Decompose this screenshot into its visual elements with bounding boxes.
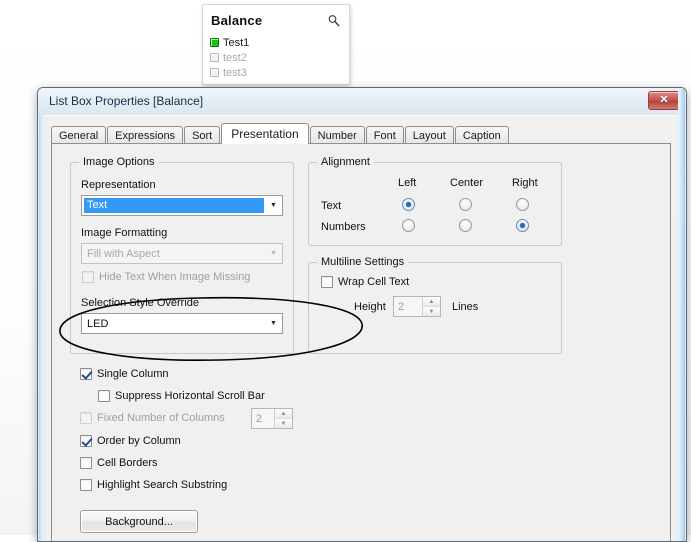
list-item-label: Test1 xyxy=(223,36,250,49)
chevron-down-icon[interactable]: ▼ xyxy=(265,202,282,209)
spinner-up-icon: ▲ xyxy=(275,409,292,419)
image-formatting-label: Image Formatting xyxy=(81,227,168,239)
balance-list-box-object[interactable]: Balance Test1 test2 test3 xyxy=(202,4,350,85)
representation-value: Text xyxy=(84,198,264,213)
tab-presentation[interactable]: Presentation xyxy=(221,123,309,144)
hide-text-when-image-missing-checkbox: Hide Text When Image Missing xyxy=(82,271,250,283)
checkbox-box[interactable] xyxy=(80,479,92,491)
checkbox-box[interactable] xyxy=(80,435,92,447)
image-options-group: Image Options Representation Text ▼ Imag… xyxy=(70,156,294,354)
magnifier-icon[interactable] xyxy=(327,14,341,28)
fixed-columns-value: 2 xyxy=(256,412,263,425)
fixed-number-of-columns-checkbox: Fixed Number of Columns xyxy=(80,412,225,424)
hide-text-label: Hide Text When Image Missing xyxy=(99,271,251,283)
single-column-checkbox[interactable]: Single Column xyxy=(80,368,169,380)
multiline-settings-group-label: Multiline Settings xyxy=(317,256,409,268)
dialog-title-bar[interactable]: List Box Properties [Balance] ✕ xyxy=(38,88,686,115)
cell-borders-checkbox[interactable]: Cell Borders xyxy=(80,457,158,469)
alignment-row-text-label: Text xyxy=(321,200,342,212)
numbers-align-left-radio[interactable] xyxy=(402,219,415,232)
image-formatting-combobox: Fill with Aspect ▼ xyxy=(81,243,283,264)
tab-number[interactable]: Number xyxy=(309,126,365,144)
spinner-buttons: ▲ ▼ xyxy=(274,409,292,428)
close-icon[interactable]: ✕ xyxy=(648,91,680,110)
tab-general[interactable]: General xyxy=(51,126,107,144)
tab-font[interactable]: Font xyxy=(365,126,404,144)
multiline-settings-group: Multiline Settings Wrap Cell Text Height… xyxy=(308,256,562,354)
tab-expressions[interactable]: Expressions xyxy=(107,126,184,144)
tab-layout[interactable]: Layout xyxy=(404,126,454,144)
alignment-group: Alignment Left Center Right Text Numbers xyxy=(308,156,562,246)
tab-caption[interactable]: Caption xyxy=(454,126,509,144)
dialog-title: List Box Properties [Balance] xyxy=(49,94,204,108)
height-spinner[interactable]: 2 ▲ ▼ xyxy=(393,296,441,317)
checkbox-box xyxy=(80,412,92,424)
spinner-down-icon: ▼ xyxy=(275,419,292,428)
list-item[interactable]: Test1 xyxy=(210,35,249,50)
suppress-horizontal-scroll-bar-label: Suppress Horizontal Scroll Bar xyxy=(115,390,265,402)
representation-label: Representation xyxy=(81,179,156,191)
order-by-column-label: Order by Column xyxy=(97,435,181,447)
fixed-columns-spinner: 2 ▲ ▼ xyxy=(251,408,293,429)
numbers-align-center-radio[interactable] xyxy=(459,219,472,232)
alignment-col-right: Right xyxy=(512,177,538,189)
text-align-left-radio[interactable] xyxy=(402,198,415,211)
selection-style-value: LED xyxy=(87,317,109,330)
text-align-center-radio[interactable] xyxy=(459,198,472,211)
spinner-buttons[interactable]: ▲ ▼ xyxy=(422,297,440,316)
highlight-search-substring-checkbox[interactable]: Highlight Search Substring xyxy=(80,479,227,491)
wrap-cell-text-label: Wrap Cell Text xyxy=(338,276,410,288)
selection-style-override-combobox[interactable]: LED ▼ xyxy=(81,313,283,334)
spinner-up-icon[interactable]: ▲ xyxy=(423,297,440,307)
tab-strip: General Expressions Sort Presentation Nu… xyxy=(51,123,510,144)
list-item[interactable]: test3 xyxy=(210,65,247,80)
list-item[interactable]: test2 xyxy=(210,50,247,65)
checkbox-box[interactable] xyxy=(80,368,92,380)
lines-label: Lines xyxy=(452,301,479,313)
selection-style-override-label: Selection Style Override xyxy=(81,297,199,309)
representation-combobox[interactable]: Text ▼ xyxy=(81,195,283,216)
checkbox-box[interactable] xyxy=(98,390,110,402)
alignment-col-left: Left xyxy=(398,177,417,189)
led-indicator-off xyxy=(210,53,219,62)
led-indicator-off xyxy=(210,68,219,77)
fixed-number-of-columns-label: Fixed Number of Columns xyxy=(97,412,225,424)
chevron-down-icon: ▼ xyxy=(270,250,277,257)
checkbox-box[interactable] xyxy=(321,276,333,288)
presentation-tab-page: Image Options Representation Text ▼ Imag… xyxy=(51,143,671,541)
cell-borders-label: Cell Borders xyxy=(97,457,158,469)
image-options-group-label: Image Options xyxy=(79,156,159,168)
alignment-row-numbers-label: Numbers xyxy=(321,221,366,233)
alignment-group-label: Alignment xyxy=(317,156,374,168)
order-by-column-checkbox[interactable]: Order by Column xyxy=(80,435,181,447)
height-label: Height xyxy=(354,301,386,313)
list-item-label: test3 xyxy=(223,66,247,79)
list-box-properties-dialog: List Box Properties [Balance] ✕ General … xyxy=(37,87,687,542)
checkbox-box[interactable] xyxy=(80,457,92,469)
spinner-down-icon[interactable]: ▼ xyxy=(423,307,440,316)
highlight-search-substring-label: Highlight Search Substring xyxy=(97,479,228,491)
chevron-down-icon[interactable]: ▼ xyxy=(265,320,282,327)
wrap-cell-text-checkbox[interactable]: Wrap Cell Text xyxy=(321,276,409,288)
led-indicator-on xyxy=(210,38,219,47)
numbers-align-right-radio[interactable] xyxy=(516,219,529,232)
suppress-horizontal-scroll-bar-checkbox[interactable]: Suppress Horizontal Scroll Bar xyxy=(98,390,265,402)
background-button[interactable]: Background... xyxy=(80,510,198,533)
list-box-caption: Balance xyxy=(211,13,263,28)
text-align-right-radio[interactable] xyxy=(516,198,529,211)
height-value[interactable]: 2 xyxy=(394,297,422,316)
checkbox-box xyxy=(82,271,94,283)
single-column-label: Single Column xyxy=(97,368,169,380)
list-item-label: test2 xyxy=(223,51,247,64)
image-formatting-value: Fill with Aspect xyxy=(87,247,160,260)
window-frame: List Box Properties [Balance] ✕ General … xyxy=(37,87,687,542)
tab-sort[interactable]: Sort xyxy=(184,126,221,144)
dialog-client-area: General Expressions Sort Presentation Nu… xyxy=(45,115,677,541)
alignment-col-center: Center xyxy=(450,177,484,189)
